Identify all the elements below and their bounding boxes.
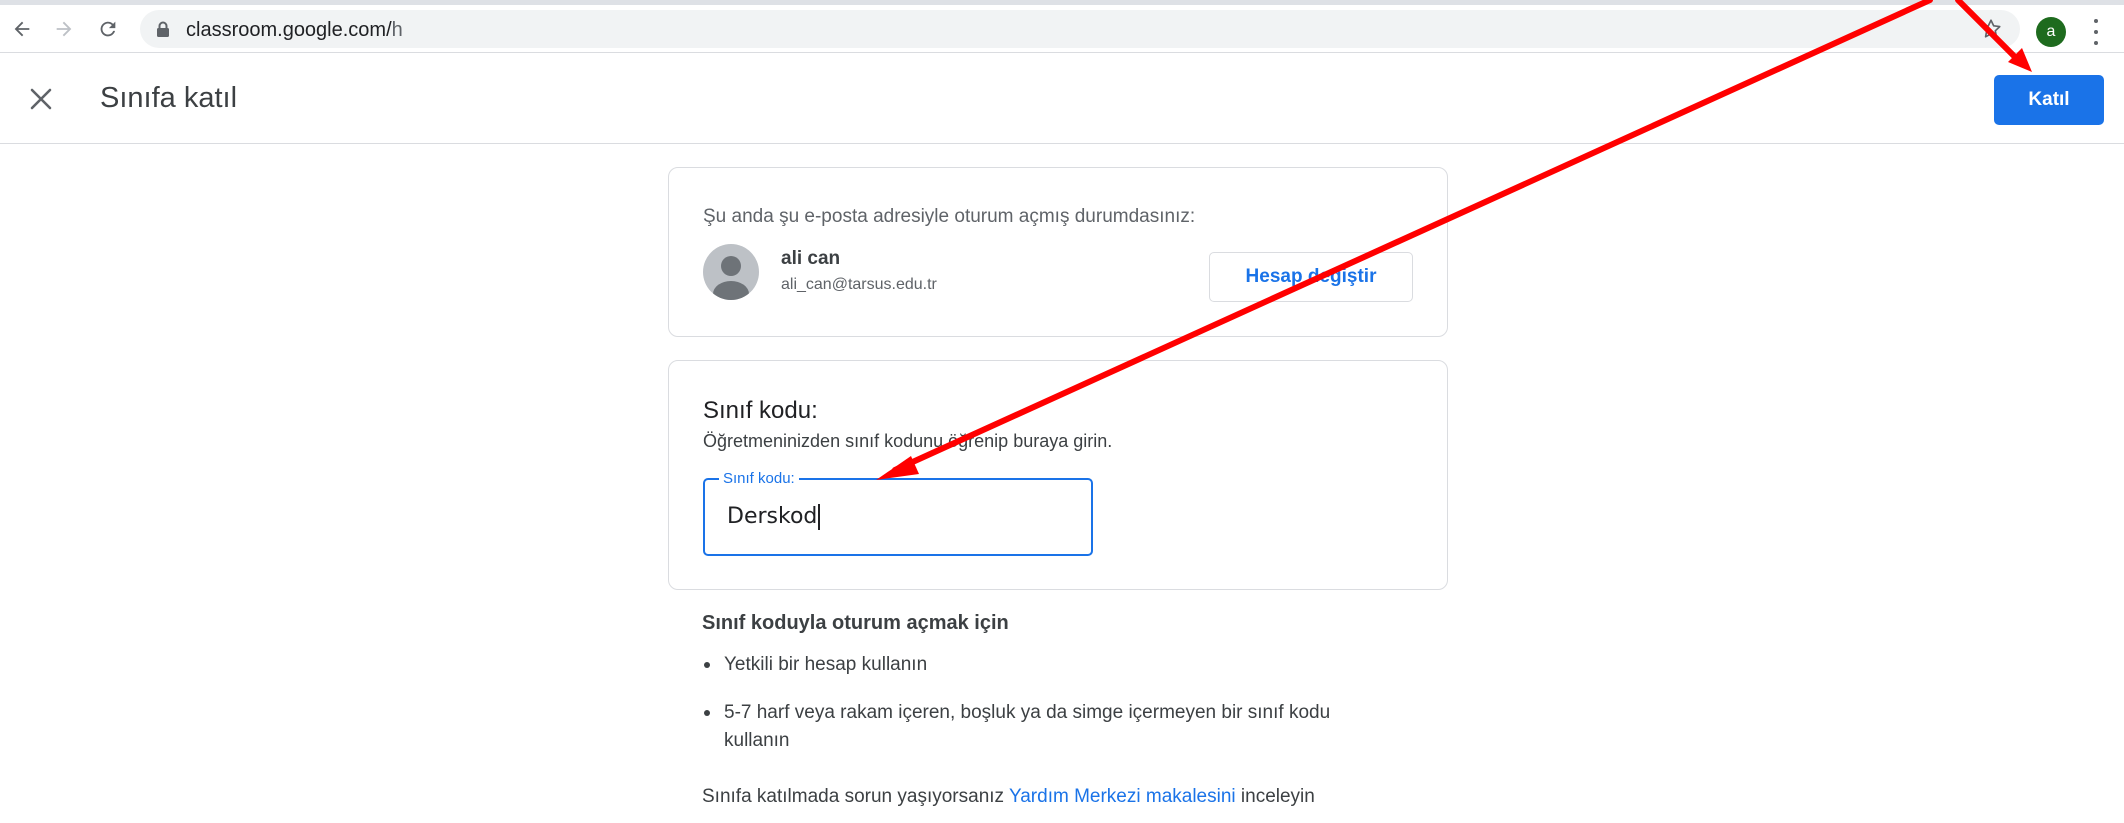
close-icon[interactable] <box>26 84 56 114</box>
instruction-item: Yetkili bir hesap kullanın <box>702 651 1402 679</box>
star-icon[interactable] <box>1980 18 2002 45</box>
profile-avatar[interactable]: a <box>2036 17 2066 47</box>
lock-icon <box>156 21 170 43</box>
instruction-item: 5-7 harf veya rakam içeren, boşluk ya da… <box>702 699 1382 755</box>
class-code-input[interactable]: Sınıf kodu: Derskod <box>703 470 1093 556</box>
help-suffix: inceleyin <box>1235 786 1315 807</box>
url-host: classroom.google.com/ <box>186 19 392 41</box>
user-avatar <box>703 244 759 300</box>
bullet-icon <box>704 662 710 668</box>
address-bar[interactable]: classroom.google.com/h <box>140 10 2020 48</box>
forward-arrow-icon[interactable] <box>50 15 78 43</box>
class-code-value-text: Derskod <box>727 504 818 529</box>
url-path: h <box>391 19 403 41</box>
class-code-description: Öğretmeninizden sınıf kodunu öğrenip bur… <box>703 431 1113 451</box>
help-center-link[interactable]: Yardım Merkezi makalesini <box>1009 786 1236 807</box>
app-header: Sınıfa katıl Katıl <box>0 54 2124 144</box>
class-code-card: Sınıf kodu: Öğretmeninizden sınıf kodunu… <box>668 360 1448 590</box>
reload-icon[interactable] <box>94 15 122 43</box>
page-title: Sınıfa katıl <box>100 82 238 114</box>
class-code-title: Sınıf kodu: <box>703 397 818 424</box>
account-card: Şu anda şu e-posta adresiyle oturum açmı… <box>668 167 1448 337</box>
kebab-menu-icon[interactable] <box>2086 19 2106 45</box>
instructions-title: Sınıf koduyla oturum açmak için <box>702 612 1009 634</box>
user-email: ali_can@tarsus.edu.tr <box>781 276 937 293</box>
class-code-input-label: Sınıf kodu: <box>719 470 799 487</box>
signed-in-text: Şu anda şu e-posta adresiyle oturum açmı… <box>703 206 1196 227</box>
help-prefix: Sınıfa katılmada sorun yaşıyorsanız <box>702 786 1009 807</box>
text-caret <box>818 504 821 530</box>
help-line: Sınıfa katılmada sorun yaşıyorsanız Yard… <box>702 786 1315 808</box>
bullet-icon <box>704 710 710 716</box>
switch-account-button[interactable]: Hesap değiştir <box>1209 252 1413 302</box>
instruction-text: 5-7 harf veya rakam içeren, boşluk ya da… <box>724 702 1331 751</box>
instructions-list: Yetkili bir hesap kullanın 5-7 harf veya… <box>702 651 1402 755</box>
join-button[interactable]: Katıl <box>1994 75 2104 125</box>
user-name: ali can <box>781 248 841 269</box>
instructions-section: Sınıf koduyla oturum açmak için Yetkili … <box>702 612 1402 775</box>
url-text: classroom.google.com/h <box>186 19 403 42</box>
class-code-input-value: Derskod <box>727 504 821 530</box>
browser-toolbar: classroom.google.com/h a <box>0 5 2124 53</box>
back-arrow-icon[interactable] <box>8 15 36 43</box>
instruction-text: Yetkili bir hesap kullanın <box>724 654 928 675</box>
